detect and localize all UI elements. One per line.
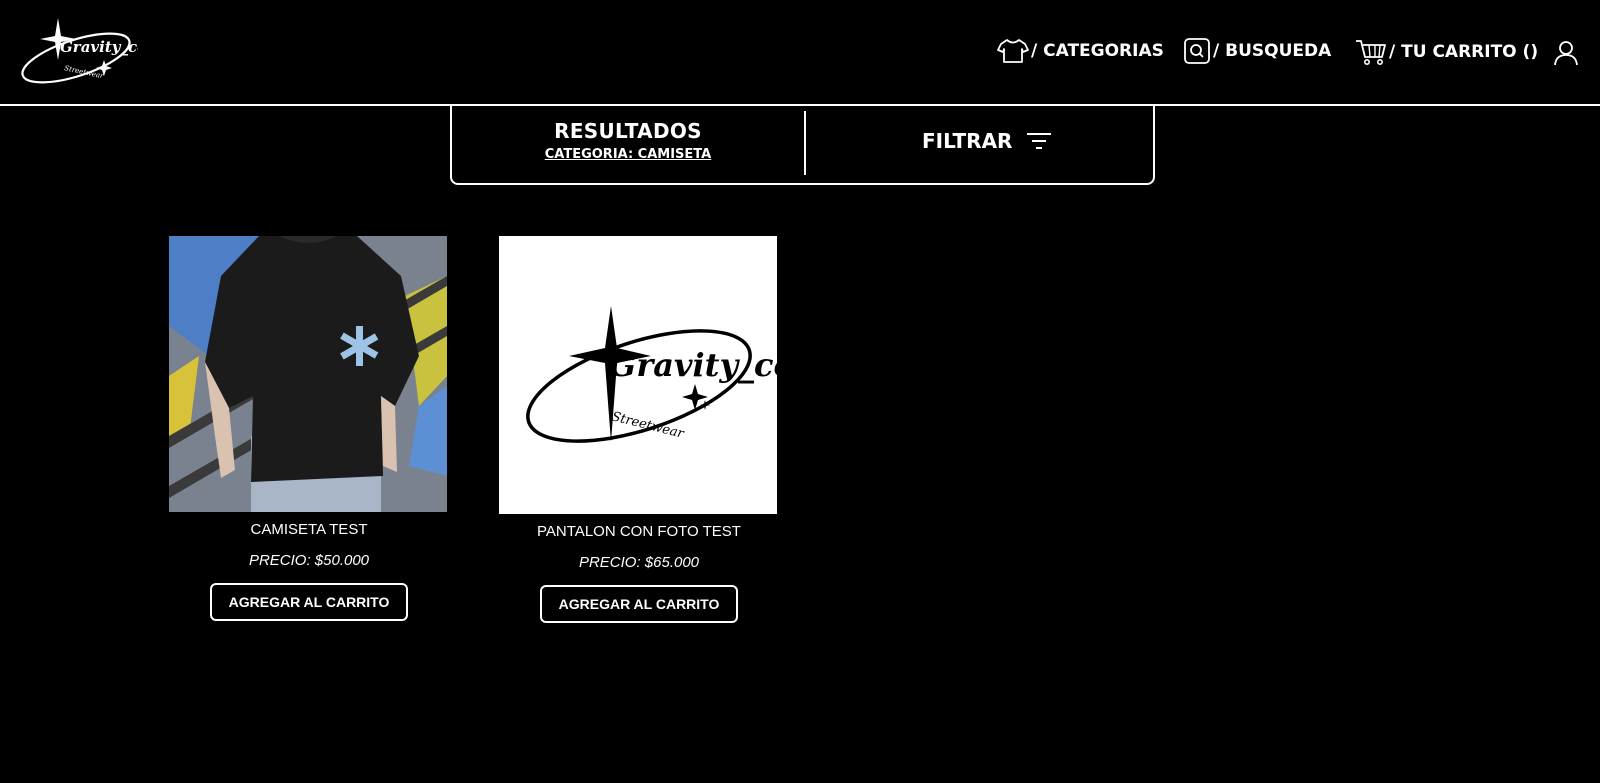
product-card: Gravity_co Streetwear PANTALON CON FOTO …	[499, 236, 779, 623]
product-name[interactable]: PANTALON CON FOTO TEST	[499, 523, 779, 540]
product-price: PRECIO: $50.000	[248, 552, 370, 569]
panel-divider	[804, 111, 806, 175]
results-summary: RESULTADOS CATEGORIA: CAMISETA	[452, 105, 804, 183]
product-card: CAMISETA TEST PRECIO: $50.000 AGREGAR AL…	[169, 236, 449, 621]
category-link[interactable]: CATEGORIA: CAMISETA	[545, 147, 711, 162]
nav-search-link[interactable]: / BUSQUEDA	[1183, 38, 1331, 64]
filter-icon	[1027, 133, 1052, 149]
svg-text:Gravity_co: Gravity_co	[60, 38, 138, 56]
user-account-icon[interactable]	[1553, 40, 1579, 66]
nav-search-label: / BUSQUEDA	[1213, 41, 1332, 61]
add-to-cart-button[interactable]: AGREGAR AL CARRITO	[539, 585, 739, 623]
product-image[interactable]: Gravity_co Streetwear	[499, 236, 777, 514]
nav-cart-link[interactable]: / TU CARRITO ()	[1355, 38, 1538, 66]
nav-cart-label: / TU CARRITO ()	[1389, 42, 1539, 62]
svg-text:Gravity_co: Gravity_co	[609, 346, 777, 384]
product-name[interactable]: CAMISETA TEST	[169, 521, 449, 538]
brand-logo[interactable]: Gravity_co Streetwear	[18, 14, 138, 86]
cart-icon	[1356, 40, 1386, 65]
results-panel: RESULTADOS CATEGORIA: CAMISETA FILTRAR	[450, 105, 1155, 185]
nav-categories-label: / CATEGORIAS	[1031, 41, 1164, 61]
site-header: Gravity_co Streetwear / CATEGORIAS / BUS…	[0, 0, 1600, 106]
tshirt-icon	[997, 39, 1029, 63]
product-price: PRECIO: $65.000	[578, 554, 700, 571]
filter-label: FILTRAR	[922, 129, 1013, 153]
nav-categories-link[interactable]: / CATEGORIAS	[997, 38, 1164, 64]
add-to-cart-button[interactable]: AGREGAR AL CARRITO	[209, 583, 409, 621]
filter-button[interactable]: FILTRAR	[922, 129, 1052, 153]
product-image[interactable]	[169, 236, 447, 512]
search-icon	[1184, 38, 1210, 64]
results-title: RESULTADOS	[554, 119, 702, 143]
